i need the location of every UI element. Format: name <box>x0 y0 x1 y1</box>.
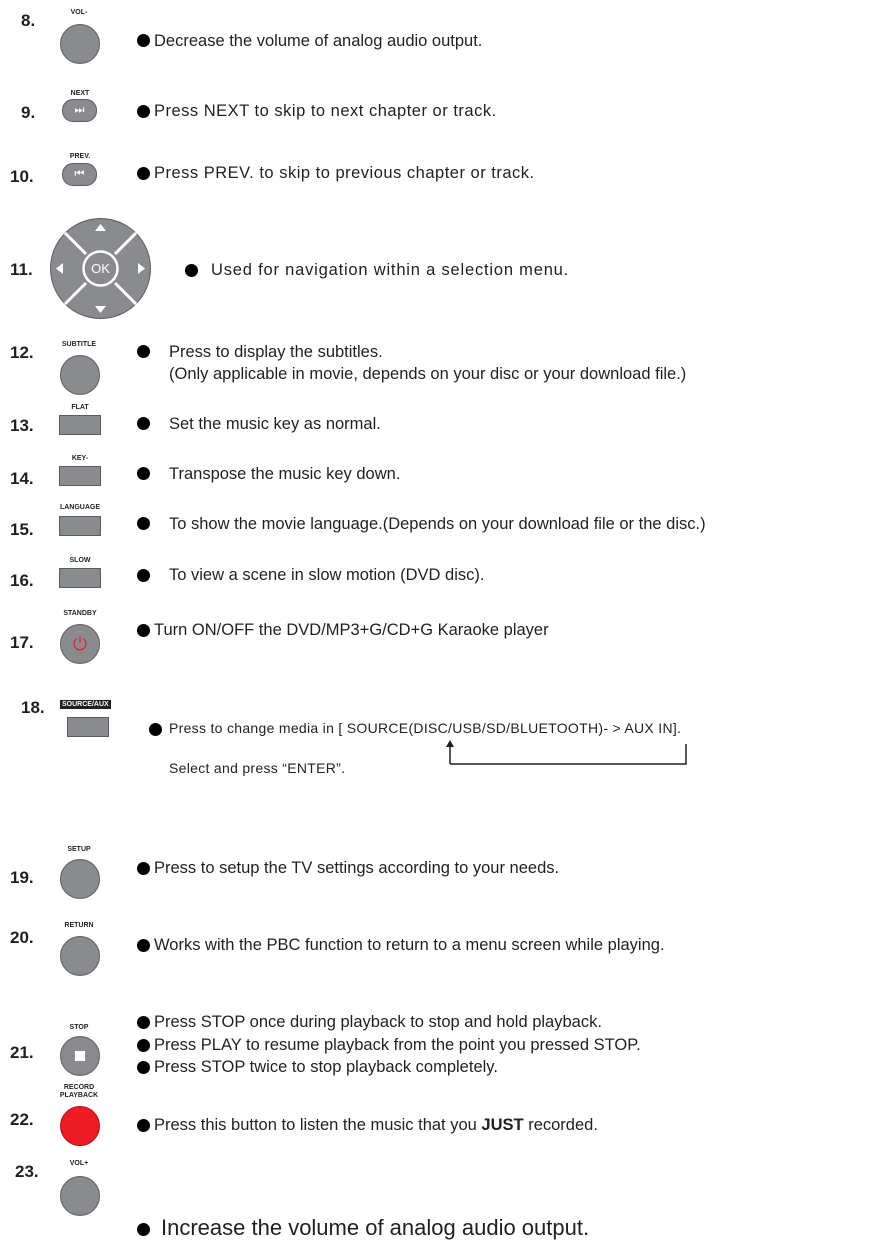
source-aux-button[interactable] <box>67 717 109 737</box>
item-description: Turn ON/OFF the DVD/MP3+G/CD+G Karaoke p… <box>154 621 549 639</box>
button-caption: VOL- <box>70 9 88 16</box>
item-description-line: Press STOP twice to stop playback comple… <box>154 1058 498 1076</box>
bullet-icon <box>137 467 150 480</box>
item-number: 21. <box>10 1043 34 1062</box>
vol-up-button[interactable] <box>60 1176 100 1216</box>
stop-icon <box>75 1051 85 1061</box>
record-playback-button[interactable] <box>60 1106 100 1146</box>
navigation-pad[interactable]: OK <box>49 217 152 320</box>
return-button[interactable] <box>60 936 100 976</box>
item-number: 11. <box>10 260 33 279</box>
item-description: Press to change media in [ SOURCE(DISC/U… <box>169 720 682 736</box>
bullet-icon <box>137 862 150 875</box>
bullet-icon <box>137 1039 150 1052</box>
item-description-line: Press STOP once during playback to stop … <box>154 1013 602 1031</box>
item-number: 22. <box>10 1110 34 1129</box>
bullet-icon <box>137 1119 150 1132</box>
button-caption: KEY- <box>71 455 89 462</box>
bullet-icon <box>137 34 150 47</box>
item-note: (Only applicable in movie, depends on yo… <box>169 365 687 383</box>
item-number: 20. <box>10 928 34 947</box>
vol-down-button[interactable] <box>60 24 100 64</box>
button-caption: SETUP <box>67 846 91 853</box>
button-caption: RECORD <box>63 1084 95 1091</box>
item-description: To show the movie language.(Depends on y… <box>169 515 706 533</box>
language-button[interactable] <box>59 516 101 536</box>
bullet-icon <box>137 624 150 637</box>
button-caption: STOP <box>69 1024 89 1031</box>
setup-button[interactable] <box>60 859 100 899</box>
prev-button[interactable]: ⏮ <box>62 163 97 186</box>
item-number: 10. <box>10 167 34 186</box>
emphasis: JUST <box>481 1116 524 1134</box>
bullet-icon <box>137 939 150 952</box>
next-button[interactable]: ⏭ <box>62 99 97 122</box>
button-caption: PLAYBACK <box>59 1092 99 1099</box>
button-caption: RETURN <box>64 922 94 929</box>
item-number: 16. <box>10 571 34 590</box>
button-caption: STANDBY <box>63 610 97 617</box>
bullet-icon <box>137 105 150 118</box>
item-number: 23. <box>15 1162 39 1181</box>
item-number: 19. <box>10 868 34 887</box>
loop-arrow-icon <box>446 740 687 765</box>
item-description: Press to display the subtitles. <box>169 343 383 361</box>
stop-button[interactable] <box>60 1036 100 1076</box>
bullet-icon <box>137 345 150 358</box>
flat-button[interactable] <box>59 415 101 435</box>
subtitle-button[interactable] <box>60 355 100 395</box>
item-description: Transpose the music key down. <box>169 465 401 483</box>
item-number: 9. <box>21 103 36 122</box>
item-description: Works with the PBC function to return to… <box>154 936 665 954</box>
item-number: 15. <box>10 520 34 539</box>
item-description: Decrease the volume of analog audio outp… <box>154 32 483 50</box>
item-description: Increase the volume of analog audio outp… <box>161 1215 590 1240</box>
item-description: Set the music key as normal. <box>169 415 381 433</box>
button-caption: SUBTITLE <box>61 341 97 348</box>
button-caption: VOL+ <box>69 1160 89 1167</box>
item-number: 14. <box>10 469 34 488</box>
slow-button[interactable] <box>59 568 101 588</box>
item-description-line: Press PLAY to resume playback from the p… <box>154 1036 641 1054</box>
power-icon: ⏻ <box>72 634 88 654</box>
item-description: Used for navigation within a selection m… <box>211 261 570 279</box>
skip-next-icon: ⏭ <box>74 104 85 116</box>
standby-button[interactable]: ⏻ <box>60 624 100 664</box>
button-caption: LANGUAGE <box>59 504 101 511</box>
bullet-icon <box>137 1223 150 1236</box>
bullet-icon <box>137 517 150 530</box>
item-number: 12. <box>10 343 34 362</box>
item-note: Select and press “ENTER”. <box>169 760 346 776</box>
item-description: Press NEXT to skip to next chapter or tr… <box>154 102 497 120</box>
bullet-icon <box>137 1016 150 1029</box>
item-number: 17. <box>10 633 34 652</box>
skip-previous-icon: ⏮ <box>74 168 85 180</box>
key-down-button[interactable] <box>59 466 101 486</box>
button-caption: PREV. <box>69 153 91 160</box>
bullet-icon <box>137 569 150 582</box>
button-caption: NEXT <box>70 90 90 97</box>
button-caption: SOURCE/AUX <box>60 700 111 709</box>
bullet-icon <box>137 417 150 430</box>
item-description: Press this button to listen the music th… <box>154 1116 598 1134</box>
item-number: 8. <box>21 11 36 30</box>
item-number: 13. <box>10 416 34 435</box>
item-description: Press PREV. to skip to previous chapter … <box>154 164 535 182</box>
bullet-icon <box>185 264 198 277</box>
button-caption: SLOW <box>69 557 91 564</box>
ok-label: OK <box>91 261 110 276</box>
item-description: Press to setup the TV settings according… <box>154 859 560 877</box>
item-description: To view a scene in slow motion (DVD disc… <box>169 566 485 584</box>
bullet-icon <box>137 167 150 180</box>
item-number: 18. <box>21 698 45 717</box>
bullet-icon <box>149 723 162 736</box>
button-caption: FLAT <box>71 404 89 411</box>
bullet-icon <box>137 1061 150 1074</box>
